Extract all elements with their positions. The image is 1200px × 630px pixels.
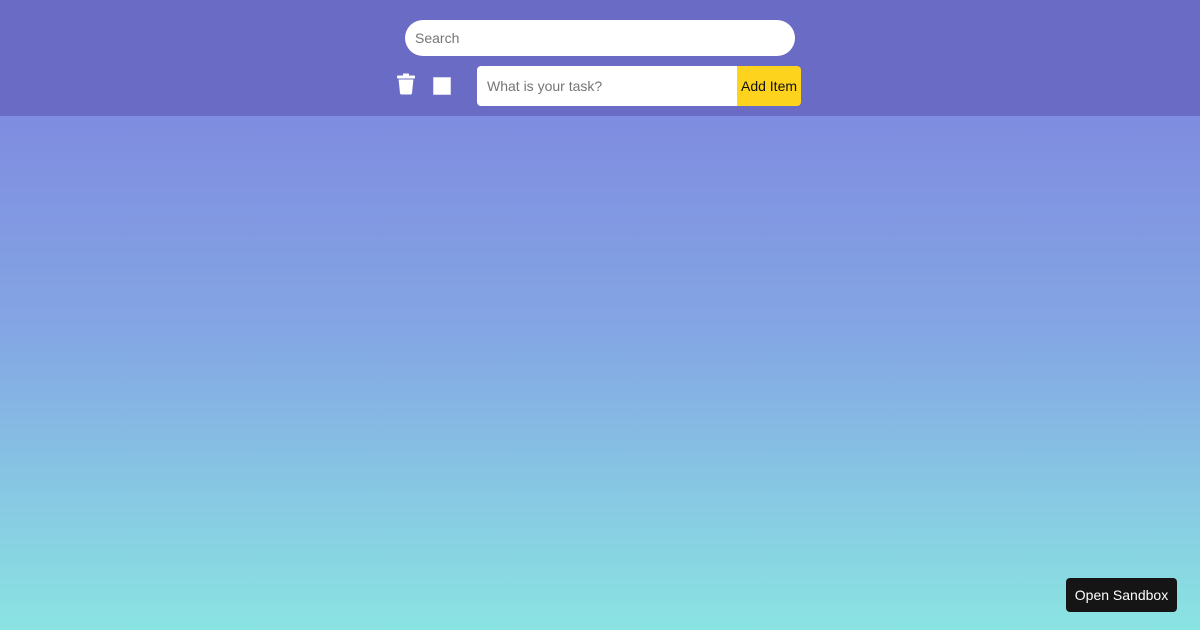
- trash-icon[interactable]: [396, 73, 416, 95]
- add-item-button[interactable]: Add Item: [737, 66, 801, 106]
- select-all-checkbox[interactable]: [433, 77, 451, 95]
- open-sandbox-button[interactable]: Open Sandbox: [1066, 578, 1177, 612]
- task-input[interactable]: [477, 66, 737, 106]
- app-header: Add Item: [0, 0, 1200, 116]
- search-input[interactable]: [405, 20, 795, 56]
